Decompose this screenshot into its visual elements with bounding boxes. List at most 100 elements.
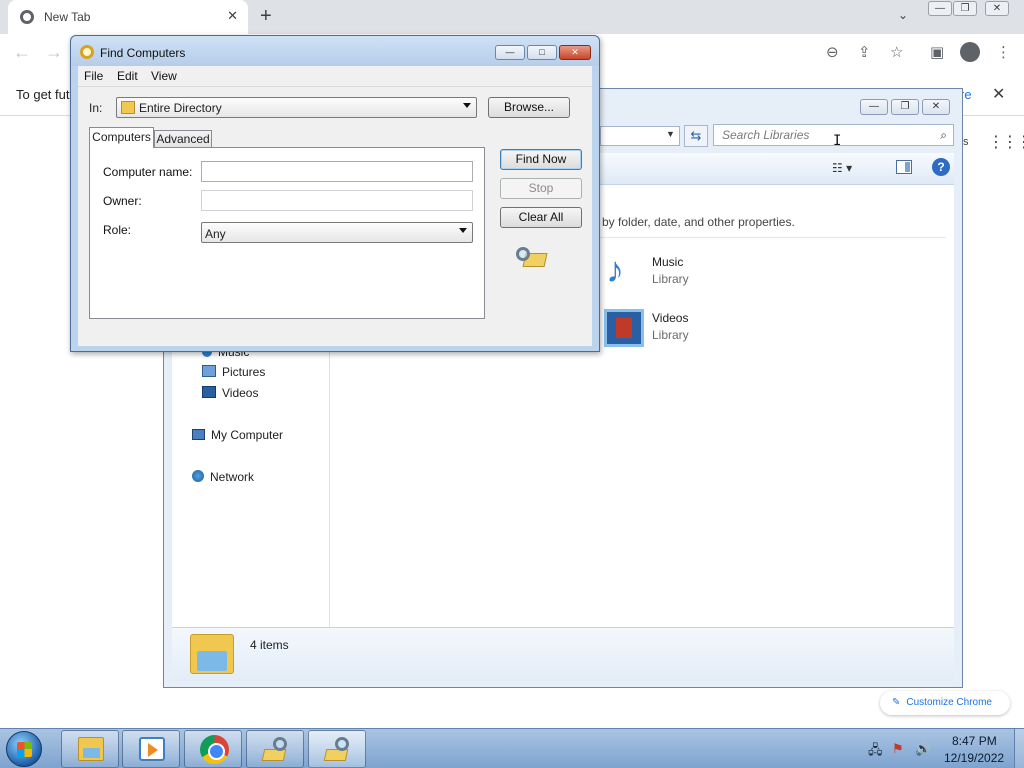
find-caption-controls: — □ ✕ [493,44,591,60]
menu-edit[interactable]: Edit [117,69,138,83]
role-select[interactable]: Any [201,222,473,243]
search-libraries-placeholder: Search Libraries [722,128,810,142]
directory-icon [121,101,135,114]
search-icon[interactable]: ⌕ [940,125,947,145]
in-scope-select[interactable]: Entire Directory [116,97,477,118]
chrome-restore-button[interactable]: ❐ [953,1,977,16]
taskbar-chrome-button[interactable] [184,730,242,768]
back-arrow-icon[interactable]: ← [13,42,31,63]
refresh-icon[interactable]: ⇆ [684,125,708,147]
details-pane: 4 items [172,627,954,681]
library-name: Videos [652,311,689,325]
clear-all-button[interactable]: Clear All [500,207,582,228]
owner-label: Owner: [103,194,142,208]
library-description: n by folder, date, and other properties. [592,215,795,229]
change-view-button[interactable]: ☷ ▾ [832,161,852,175]
computer-name-field[interactable] [201,161,473,182]
taskbar-find-button-2[interactable] [308,730,366,768]
action-center-icon[interactable]: ⚑ [892,741,904,757]
clock-date[interactable]: 12/19/2022 [944,751,1004,765]
tab-new-tab[interactable]: New Tab ✕ [8,0,248,34]
search-animation-icon [516,243,550,273]
library-item-videos[interactable]: Videos Library [604,309,754,351]
taskbar-explorer-button[interactable] [61,730,119,768]
find-computers-icon [323,737,351,761]
find-computers-window: Find Computers — □ ✕ File Edit View In: En… [70,35,600,352]
magnifier-icon [516,247,530,261]
owner-field[interactable] [201,190,473,211]
chevron-down-icon [463,103,471,108]
browse-button[interactable]: Browse... [488,97,570,118]
music-library-icon: ♪ [606,249,624,290]
infobar-text: To get fut [16,87,70,102]
tab-computers[interactable]: Computers [89,127,154,148]
find-now-button[interactable]: Find Now [500,149,582,170]
videos-library-icon [604,309,644,347]
media-player-icon [139,737,165,761]
library-item-music[interactable]: ♪ Music Library [604,249,754,295]
explorer-minimize-button[interactable]: — [860,99,888,115]
zoom-icon[interactable]: ⊖ [826,43,839,61]
stop-button[interactable]: Stop [500,178,582,199]
nav-item-label: My Computer [211,428,284,442]
profile-avatar[interactable] [960,42,980,62]
in-label: In: [89,101,103,115]
show-desktop-button[interactable] [1014,729,1024,768]
find-titlebar[interactable]: Find Computers — □ ✕ [71,36,599,66]
side-panel-icon[interactable]: ▣ [930,43,944,61]
explorer-icon [78,737,104,761]
chrome-close-button[interactable]: ✕ [985,1,1009,16]
nav-item-my-computer[interactable]: My Computer [192,428,283,442]
nav-item-videos[interactable]: Videos [202,386,258,400]
find-computers-icon [80,45,94,59]
start-button[interactable] [6,731,42,767]
role-value: Any [205,227,226,241]
infobar-close-icon[interactable]: ✕ [992,84,1005,104]
preview-pane-icon[interactable] [896,160,912,174]
help-icon[interactable]: ? [932,158,950,176]
apps-grid-icon[interactable]: ⋮⋮⋮ [988,132,1024,152]
forward-arrow-icon[interactable]: → [45,42,63,63]
network-tray-icon[interactable]: 🖧 [868,741,883,763]
chrome-favicon-icon [20,10,34,24]
customize-chrome-label: Customize Chrome [906,697,992,708]
chrome-menu-icon[interactable]: ⋮ [996,43,1011,61]
computers-tab-panel: Computer name: Owner: Role: Any [89,147,485,319]
network-icon [192,470,204,482]
taskbar: 🖧 ⚑ 🔊 8:47 PM 12/19/2022 [0,728,1024,768]
volume-icon[interactable]: 🔊 [915,741,931,757]
find-body: In: Entire Directory Browse... Computers… [78,86,592,346]
clock-time[interactable]: 8:47 PM [952,734,997,748]
address-dropdown-icon[interactable]: ▼ [666,129,675,139]
library-type: Library [652,328,689,342]
find-minimize-button[interactable]: — [495,45,525,60]
bookmark-star-icon[interactable]: ☆ [890,43,903,61]
taskbar-media-player-button[interactable] [122,730,180,768]
explorer-close-button[interactable]: ✕ [922,99,950,115]
nav-item-network[interactable]: Network [192,470,254,484]
tab-title: New Tab [44,10,91,24]
taskbar-find-button-1[interactable] [246,730,304,768]
find-maximize-button[interactable]: □ [527,45,557,60]
window-title: Find Computers [100,46,186,60]
nav-item-pictures[interactable]: Pictures [202,365,265,379]
chrome-minimize-button[interactable]: — [928,1,952,16]
library-type: Library [652,272,689,286]
chrome-icon [200,735,229,764]
computer-icon [192,429,205,440]
share-icon[interactable]: ⇪ [858,43,871,61]
customize-chrome-button[interactable]: ✎ Customize Chrome [880,691,1010,715]
system-tray: 🖧 ⚑ 🔊 8:47 PM 12/19/2022 [862,729,1024,768]
explorer-caption-controls: — ❐ ✕ [857,98,950,115]
new-tab-button[interactable]: + [260,5,272,28]
tab-search-icon[interactable]: ⌄ [898,8,908,22]
explorer-maximize-button[interactable]: ❐ [891,99,919,115]
tab-close-icon[interactable]: ✕ [227,8,238,24]
pencil-icon: ✎ [892,697,901,708]
library-divider [592,237,946,238]
find-close-button[interactable]: ✕ [559,45,591,60]
menu-file[interactable]: File [84,69,103,83]
tab-advanced[interactable]: Advanced [154,130,212,148]
menu-view[interactable]: View [151,69,177,83]
nav-item-label: Network [210,470,255,484]
